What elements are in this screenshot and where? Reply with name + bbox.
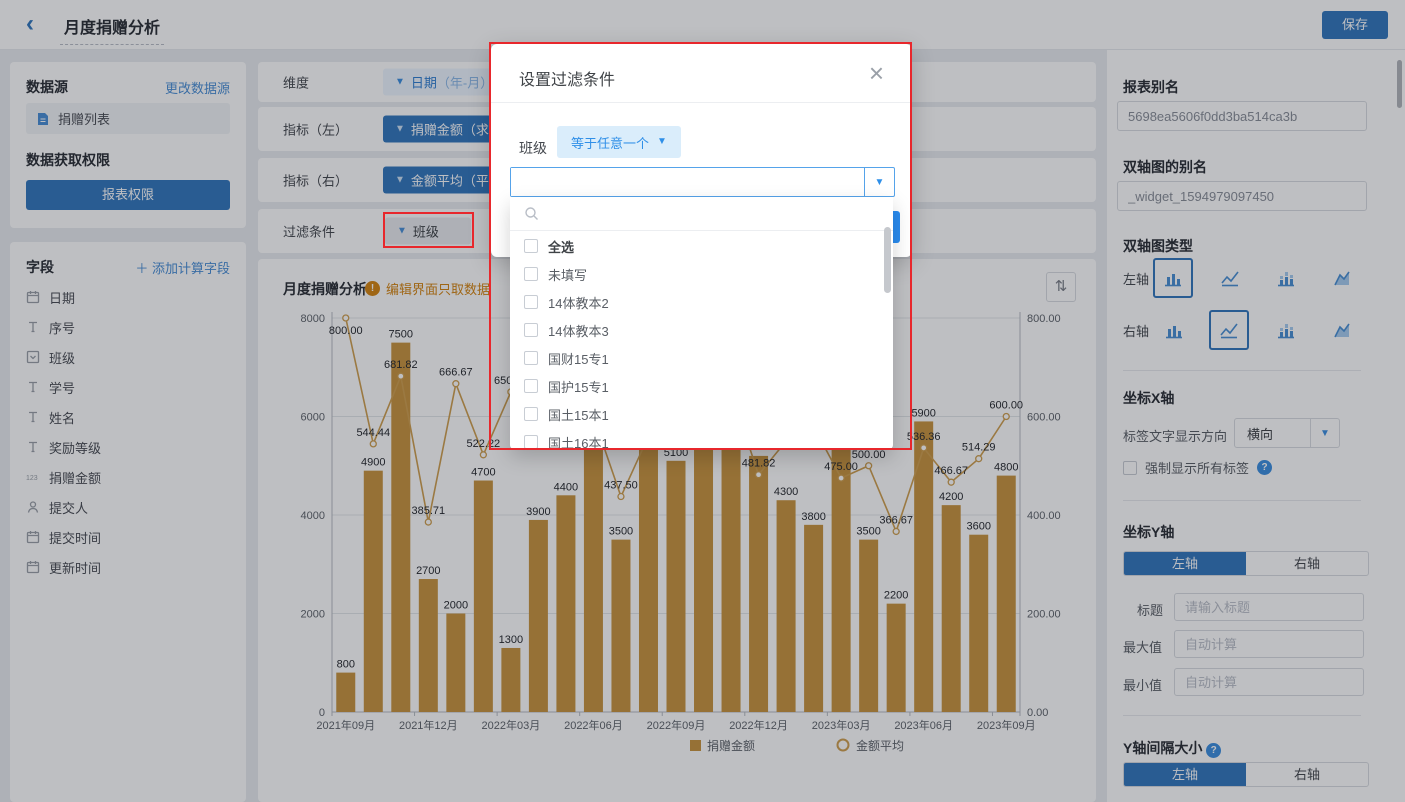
checkbox[interactable] xyxy=(524,323,538,337)
checkbox[interactable] xyxy=(524,379,538,393)
modal-title: 设置过滤条件 xyxy=(519,66,615,90)
scrollbar-thumb[interactable] xyxy=(884,227,891,293)
operator-dropdown[interactable]: 等于任意一个▼ xyxy=(557,126,681,158)
dropdown-item[interactable]: 国财15专1 xyxy=(510,344,893,372)
caret-down-icon: ▼ xyxy=(657,137,667,147)
dropdown-item[interactable]: 国土16本1 xyxy=(510,428,893,449)
dropdown-item[interactable]: 14体教本3 xyxy=(510,316,893,344)
divider xyxy=(491,102,912,103)
dropdown-item[interactable]: 国护15专1 xyxy=(510,372,893,400)
caret-down-icon[interactable]: ▼ xyxy=(864,168,894,196)
modal-field-label: 班级 xyxy=(519,132,547,164)
checkbox[interactable] xyxy=(524,295,538,309)
dropdown-item[interactable]: 未填写 xyxy=(510,260,893,288)
dropdown-item-select-all[interactable]: 全选 xyxy=(510,232,893,260)
dropdown-item[interactable]: 国土15本1 xyxy=(510,400,893,428)
dropdown-item-list: 全选 未填写 14体教本2 14体教本3 国财15专1 国护15专1 国土15本… xyxy=(510,232,893,449)
checkbox[interactable] xyxy=(524,435,538,449)
checkbox[interactable] xyxy=(524,267,538,281)
checkbox[interactable] xyxy=(524,351,538,365)
dropdown-item[interactable]: 14体教本2 xyxy=(510,288,893,316)
dropdown-search-row xyxy=(510,197,893,231)
checkbox[interactable] xyxy=(524,407,538,421)
close-icon[interactable] xyxy=(869,60,884,86)
dropdown-search-input[interactable] xyxy=(547,197,893,230)
filter-options-dropdown: 全选 未填写 14体教本2 14体教本3 国财15专1 国护15专1 国土15本… xyxy=(510,197,893,449)
filter-value-combobox: ▼ xyxy=(510,167,895,197)
app-screen: ‹ 月度捐赠分析 保存 数据源 更改数据源 捐赠列表 数据获取权限 报表权限 字… xyxy=(0,0,1405,802)
filter-value-input[interactable] xyxy=(511,168,864,196)
checkbox[interactable] xyxy=(524,239,538,253)
search-icon xyxy=(524,206,539,221)
